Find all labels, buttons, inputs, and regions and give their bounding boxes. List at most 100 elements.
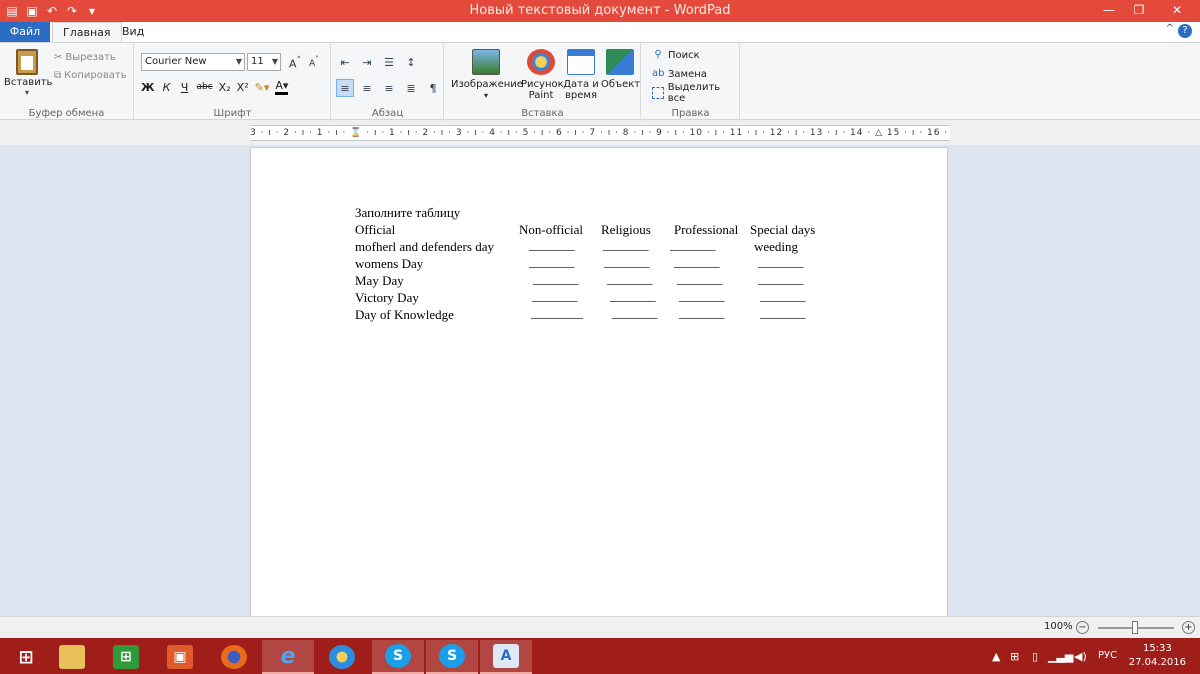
row-blank: _______ (533, 271, 579, 286)
align-left-icon[interactable]: ≡ (336, 79, 354, 97)
font-group: Courier New ▼ 11 ▼ A˄ A˅ Ж К Ч abc X₂ X²… (135, 43, 331, 121)
clock-date: 27.04.2016 (1128, 657, 1186, 668)
row-blank: _______ (677, 271, 723, 286)
insert-datetime-button[interactable]: Дата и время (563, 47, 599, 101)
line-spacing-icon[interactable]: ↕ (402, 53, 420, 71)
find-button[interactable]: ⚲ Поиск (652, 47, 699, 63)
select-all-button[interactable]: Выделить все (652, 82, 739, 104)
system-tray: ▲ ⊞ ▯ ▁▃▅ ◀) РУС 15:33 27.04.2016 (990, 638, 1200, 674)
row-label: mofherl and defenders day (355, 239, 494, 254)
cut-button[interactable]: ✂ Вырезать (54, 49, 116, 65)
collapse-ribbon-icon[interactable]: ^ (1166, 23, 1174, 34)
increase-indent-icon[interactable]: ⇥ (358, 53, 376, 71)
chevron-down-icon: ▼ (235, 57, 242, 66)
bullet-list-icon[interactable]: ☰ (380, 53, 398, 71)
bold-button[interactable]: Ж (141, 81, 154, 94)
align-center-icon[interactable]: ≡ (358, 79, 376, 97)
header-special-days: Special days (750, 222, 816, 237)
taskbar: ⊞ ⊞ ▣ e S S A ▲ ⊞ ▯ ▁▃▅ ◀) РУС 15:33 27.… (0, 638, 1200, 674)
select-all-label: Выделить все (667, 82, 721, 104)
paste-dropdown-icon[interactable]: ▾ (4, 88, 50, 97)
taskbar-wordpad[interactable]: A (480, 640, 532, 674)
insert-datetime-label-1: Дата и (563, 79, 599, 90)
taskbar-store[interactable]: ⊞ (100, 640, 152, 674)
font-family-select[interactable]: Courier New ▼ (141, 53, 245, 71)
minimize-button[interactable]: — (1094, 0, 1124, 20)
signal-icon[interactable]: ▁▃▅ (1048, 650, 1073, 663)
wordpad-icon: A (493, 644, 519, 668)
row-blank: _______ (532, 288, 578, 303)
insert-paint-label-1: Рисунок (521, 79, 564, 90)
tab-file[interactable]: Файл (0, 22, 50, 42)
taskbar-skype-2[interactable]: S (426, 640, 478, 674)
copy-button[interactable]: ⧉ Копировать (54, 67, 127, 83)
strikethrough-button[interactable]: abc (196, 82, 212, 92)
insert-group: Изображение ▾ Рисунок Paint Дата и время… (445, 43, 641, 121)
taskbar-photos[interactable]: ▣ (154, 640, 206, 674)
insert-image-label: Изображение (451, 79, 523, 90)
row-blank: _______ (758, 254, 804, 269)
zoom-out-button[interactable]: − (1076, 621, 1089, 634)
zoom-level: 100% (1044, 621, 1073, 632)
paint-palette-icon (527, 49, 555, 75)
paragraph-group-label: Абзац (371, 108, 404, 119)
skype-icon: S (385, 644, 411, 668)
document-page[interactable]: Заполните таблицу Official Non-official … (250, 147, 948, 616)
paragraph-group: ⇤ ⇥ ☰ ↕ ≡ ≡ ≡ ≣ ¶ Абзац (332, 43, 444, 121)
decrease-indent-icon[interactable]: ⇤ (336, 53, 354, 71)
align-right-icon[interactable]: ≡ (380, 79, 398, 97)
taskbar-paint[interactable] (316, 640, 368, 674)
horizontal-ruler[interactable]: 3 · ı · 2 · ı · 1 · ı · ⌛ · ı · 1 · ı · … (250, 125, 950, 141)
shrink-font-icon[interactable]: A˅ (309, 55, 319, 69)
zoom-in-button[interactable]: + (1182, 621, 1195, 634)
subscript-button[interactable]: X₂ (219, 81, 231, 94)
object-icon (606, 49, 634, 75)
text-color-icon[interactable]: A▾ (275, 79, 289, 95)
row-blank: _______ (612, 305, 658, 320)
binoculars-icon: ⚲ (654, 49, 662, 60)
paragraph-settings-icon[interactable]: ¶ (424, 79, 442, 97)
justify-icon[interactable]: ≣ (402, 79, 420, 97)
superscript-button[interactable]: X² (237, 81, 249, 94)
row-special-text: weeding (754, 239, 799, 254)
taskbar-ie[interactable]: e (262, 640, 314, 674)
header-non-official: Non-official (519, 222, 584, 237)
font-size-select[interactable]: 11 ▼ (247, 53, 281, 71)
insert-image-button[interactable]: Изображение ▾ (451, 47, 523, 101)
window-title: Новый текстовый документ - WordPad (469, 3, 731, 18)
underline-button[interactable]: Ч (178, 81, 190, 94)
start-button[interactable]: ⊞ (0, 640, 52, 674)
row-blank: ________ (531, 305, 583, 320)
row-blank: _______ (758, 271, 804, 286)
insert-object-button[interactable]: Объект (601, 47, 641, 90)
replace-button[interactable]: ab Замена (652, 66, 707, 82)
taskbar-firefox[interactable] (208, 640, 260, 674)
insert-paint-button[interactable]: Рисунок Paint (521, 47, 564, 101)
maximize-button[interactable]: ❐ (1124, 0, 1154, 20)
title-bar: ▤ ▣ ↶ ↷ ▾ Новый текстовый документ - Wor… (0, 0, 1200, 22)
highlight-color-icon[interactable]: ✎▾ (255, 81, 270, 94)
font-group-label: Шрифт (213, 108, 252, 119)
grow-font-icon[interactable]: A˄ (289, 55, 301, 71)
row-blank: _______ (529, 254, 575, 269)
battery-icon[interactable]: ▯ (1032, 650, 1038, 663)
close-button[interactable]: ✕ (1154, 0, 1200, 20)
clipboard-group-label: Буфер обмена (28, 108, 105, 119)
scissors-icon: ✂ (54, 51, 63, 63)
tab-view[interactable]: Вид (112, 22, 154, 42)
language-indicator[interactable]: РУС (1098, 650, 1117, 661)
paste-button[interactable]: Вставить ▾ (4, 47, 52, 103)
zoom-slider-thumb[interactable] (1132, 621, 1138, 634)
insert-object-label: Объект (601, 79, 641, 90)
action-center-icon[interactable]: ⊞ (1010, 650, 1019, 663)
copy-icon: ⧉ (54, 69, 62, 81)
help-icon[interactable]: ? (1178, 24, 1192, 38)
italic-button[interactable]: К (160, 81, 172, 94)
row-blank: _______ (760, 305, 806, 320)
show-hidden-icons-icon[interactable]: ▲ (992, 650, 1000, 663)
clock[interactable]: 15:33 27.04.2016 (1129, 642, 1186, 670)
taskbar-explorer[interactable] (46, 640, 98, 674)
doc-heading: Заполните таблицу (355, 205, 461, 220)
volume-icon[interactable]: ◀) (1074, 650, 1087, 663)
taskbar-skype-1[interactable]: S (372, 640, 424, 674)
